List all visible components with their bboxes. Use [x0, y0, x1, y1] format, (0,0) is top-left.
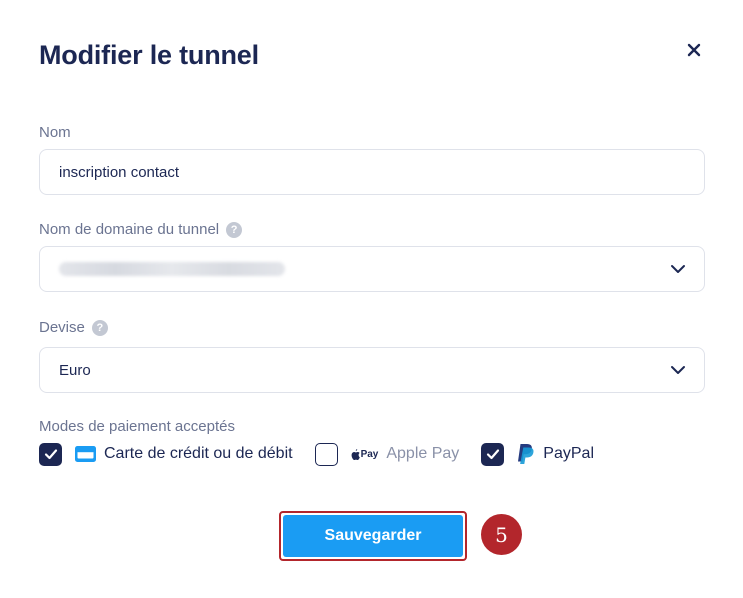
payment-option-card[interactable]: Carte de crédit ou de débit — [39, 442, 293, 466]
currency-value: Euro — [59, 361, 91, 379]
step-number-badge: 5 — [481, 514, 522, 555]
apple-pay-checkbox[interactable] — [314, 442, 338, 466]
currency-help-icon[interactable]: ? — [91, 319, 108, 336]
domain-label: Nom de domaine du tunnel ? — [39, 221, 243, 238]
paypal-checkbox[interactable] — [481, 442, 505, 466]
name-input-value: inscription contact — [59, 163, 180, 181]
close-icon[interactable] — [684, 40, 704, 60]
checkmark-icon — [44, 449, 57, 460]
chevron-down-icon — [671, 366, 685, 374]
name-label-text: Nom — [39, 124, 71, 141]
name-input[interactable]: inscription contact — [39, 149, 705, 195]
currency-label-text: Devise — [39, 319, 85, 336]
checkmark-icon — [486, 449, 499, 460]
paypal-label: PayPal — [543, 445, 594, 462]
payment-methods-row: Carte de crédit ou de débit Pay Apple Pa… — [39, 442, 616, 466]
currency-select[interactable]: Euro — [39, 347, 705, 393]
domain-select[interactable] — [39, 246, 705, 292]
domain-help-icon[interactable]: ? — [226, 221, 243, 238]
payment-methods-label-text: Modes de paiement acceptés — [39, 418, 235, 435]
payment-methods-label: Modes de paiement acceptés — [39, 418, 235, 435]
domain-label-text: Nom de domaine du tunnel — [39, 221, 220, 238]
chevron-down-icon — [671, 265, 685, 273]
payment-option-paypal[interactable]: PayPal — [481, 442, 594, 466]
apple-pay-icon: Pay — [351, 448, 379, 460]
paypal-icon — [517, 443, 535, 465]
modal-title: Modifier le tunnel — [39, 40, 259, 70]
apple-pay-icon-text: Pay — [360, 448, 379, 460]
save-button[interactable]: Sauvegarder — [283, 515, 463, 557]
apple-pay-label: Apple Pay — [386, 445, 460, 462]
payment-option-apple-pay[interactable]: Pay Apple Pay — [314, 442, 460, 466]
currency-label: Devise ? — [39, 319, 108, 336]
apple-logo-icon — [351, 448, 360, 460]
card-label: Carte de crédit ou de débit — [104, 445, 293, 462]
domain-value-redacted — [59, 262, 285, 276]
credit-card-icon — [75, 446, 96, 462]
name-label: Nom — [39, 124, 71, 141]
card-checkbox[interactable] — [39, 442, 62, 466]
edit-funnel-modal: Modifier le tunnel Nom inscription conta… — [0, 0, 743, 598]
